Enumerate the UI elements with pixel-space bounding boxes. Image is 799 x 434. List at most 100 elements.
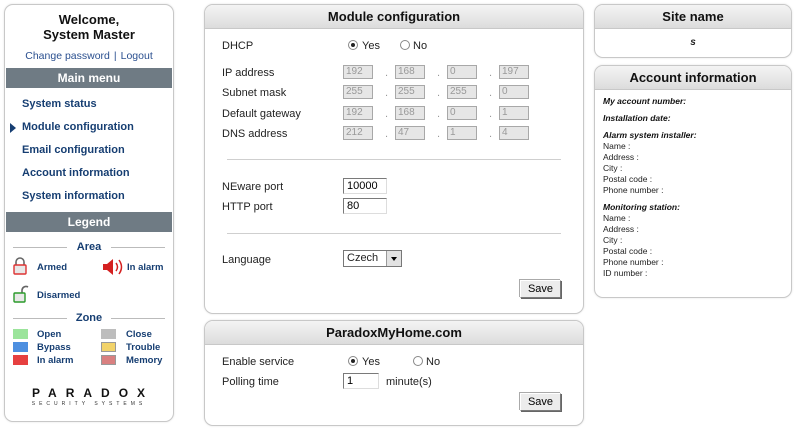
zone-bypass-swatch [13, 342, 28, 352]
ip-octet-4[interactable]: 197 [499, 65, 529, 79]
zone-trouble-label: Trouble [126, 342, 161, 353]
zone-close-label: Close [126, 329, 152, 340]
dns-dot: . [489, 128, 493, 140]
dhcp-no-radio[interactable] [400, 40, 410, 50]
legend-header: Legend [6, 212, 172, 232]
zone-memory-label: Memory [126, 355, 163, 366]
dns-address-label: DNS address [222, 128, 288, 140]
dhcp-label: DHCP [222, 40, 254, 52]
monitoring-name: Name : [603, 213, 631, 223]
dns-octet-3[interactable]: 1 [447, 126, 477, 140]
gateway-dot: . [489, 108, 493, 120]
menu-item-email-configuration[interactable]: Email configuration [5, 139, 173, 162]
ip-octet-1[interactable]: 192 [343, 65, 373, 79]
menu-item-module-configuration[interactable]: Module configuration [5, 116, 173, 139]
installation-date-label: Installation date: [603, 113, 671, 123]
ip-dot: . [385, 67, 389, 79]
change-password-link[interactable]: Change password [25, 50, 110, 62]
monitoring-postal-code: Postal code : [603, 246, 653, 256]
gateway-dot: . [437, 108, 441, 120]
menu-item-label: System information [22, 190, 125, 202]
zone-open-swatch [13, 329, 28, 339]
account-links: Change password | Logout [5, 50, 173, 62]
dhcp-yes-label: Yes [362, 40, 380, 52]
account-information-title: Account information [595, 66, 791, 90]
monitoring-title: Monitoring station: [603, 202, 680, 212]
section-divider [227, 159, 561, 160]
language-select-value: Czech [347, 252, 379, 264]
account-number-label: My account number: [603, 96, 687, 106]
disarmed-lock-icon [13, 285, 29, 303]
legend-armed-label: Armed [37, 262, 68, 273]
zone-in-alarm-label: In alarm [37, 355, 74, 366]
dhcp-no-label: No [413, 40, 428, 52]
zone-in-alarm-swatch [13, 355, 28, 365]
monitoring-city: City : [603, 235, 623, 245]
menu-item-system-status[interactable]: System status [5, 93, 173, 116]
dns-octet-4[interactable]: 4 [499, 126, 529, 140]
service-yes-radio[interactable] [348, 356, 358, 366]
welcome-line: Welcome, [58, 12, 120, 27]
paradox-logo: PARADOX SECURITY SYSTEMS [5, 387, 173, 408]
installer-postal-code: Postal code : [603, 174, 653, 184]
zone-trouble-swatch [101, 342, 116, 352]
ip-octet-2[interactable]: 168 [395, 65, 425, 79]
legend-in-alarm-label: In alarm [127, 262, 164, 273]
logout-link[interactable]: Logout [121, 50, 153, 62]
menu-item-account-information[interactable]: Account information [5, 162, 173, 185]
legend-disarmed-label: Disarmed [37, 290, 81, 301]
main-menu-header: Main menu [6, 68, 172, 88]
monitoring-phone: Phone number : [603, 257, 664, 267]
pmh-save-button[interactable]: Save [520, 393, 561, 411]
service-no-radio[interactable] [413, 356, 423, 366]
module-save-button[interactable]: Save [520, 280, 561, 298]
dhcp-yes-radio[interactable] [348, 40, 358, 50]
ip-octet-3[interactable]: 0 [447, 65, 477, 79]
gateway-octet-1[interactable]: 192 [343, 106, 373, 120]
zone-open-label: Open [37, 329, 62, 340]
dns-dot: . [437, 128, 441, 140]
user-name: System Master [43, 27, 135, 42]
http-port-input[interactable]: 80 [343, 198, 387, 214]
monitoring-address: Address : [603, 224, 639, 234]
mask-octet-2[interactable]: 255 [395, 85, 425, 99]
language-select[interactable]: Czech [343, 250, 402, 267]
dns-dot: . [385, 128, 389, 140]
gateway-octet-4[interactable]: 1 [499, 106, 529, 120]
paradoxmyhome-title: ParadoxMyHome.com [205, 321, 583, 345]
account-information-panel: Account information My account number: I… [594, 65, 792, 298]
gateway-octet-2[interactable]: 168 [395, 106, 425, 120]
site-name-title: Site name [595, 5, 791, 29]
dns-octet-2[interactable]: 47 [395, 126, 425, 140]
menu-item-label: Account information [22, 167, 130, 179]
module-configuration-panel: Module configuration DHCP Yes No IP addr… [204, 4, 584, 314]
gateway-octet-3[interactable]: 0 [447, 106, 477, 120]
dns-octet-1[interactable]: 212 [343, 126, 373, 140]
polling-time-label: Polling time [222, 376, 279, 388]
chevron-down-icon[interactable] [386, 251, 401, 266]
mask-dot: . [437, 87, 441, 99]
mask-octet-1[interactable]: 255 [343, 85, 373, 99]
language-label: Language [222, 254, 271, 266]
neware-port-label: NEware port [222, 181, 284, 193]
link-separator: | [113, 50, 117, 62]
gateway-dot: . [385, 108, 389, 120]
polling-unit-label: minute(s) [386, 376, 432, 388]
module-configuration-title: Module configuration [205, 5, 583, 29]
zone-close-swatch [101, 329, 116, 339]
section-divider [227, 233, 561, 234]
neware-port-input[interactable]: 10000 [343, 178, 387, 194]
mask-octet-4[interactable]: 0 [499, 85, 529, 99]
logo-tagline: SECURITY SYSTEMS [31, 401, 147, 407]
mask-dot: . [385, 87, 389, 99]
polling-time-input[interactable]: 1 [343, 373, 379, 389]
menu-item-system-information[interactable]: System information [5, 185, 173, 208]
ip-address-label: IP address [222, 67, 275, 79]
menu-item-label: Email configuration [22, 144, 125, 156]
service-no-label: No [426, 356, 441, 368]
installer-city: City : [603, 163, 623, 173]
mask-octet-3[interactable]: 255 [447, 85, 477, 99]
welcome-block: Welcome, System Master [5, 5, 173, 42]
legend-area-title: Area [5, 240, 173, 254]
service-yes-label: Yes [362, 356, 380, 368]
